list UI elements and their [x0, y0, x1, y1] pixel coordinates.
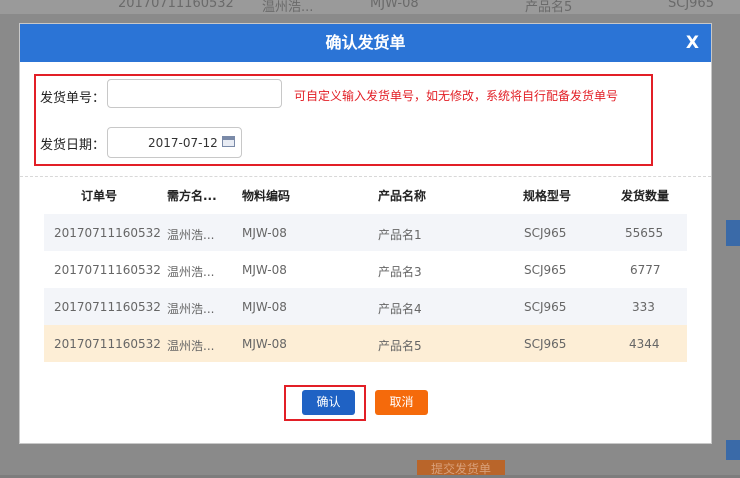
column-header-order-no: 订单号: [81, 189, 118, 203]
background-side-tab: [726, 440, 740, 460]
dialog-header: 确认发货单 X: [20, 24, 711, 62]
table-row[interactable]: 20170711160532 温州浩... MJW-08 产品名4 SCJ965…: [44, 288, 687, 325]
cell-quantity: 4344: [629, 337, 660, 351]
column-header-spec: 规格型号: [523, 189, 572, 203]
cell-spec: SCJ965: [524, 337, 567, 351]
cell-quantity: 55655: [625, 226, 664, 240]
column-header-product-name: 产品名称: [378, 189, 427, 203]
shipment-no-label: 发货单号：: [40, 91, 106, 106]
cell-customer: 温州浩...: [167, 302, 215, 316]
section-divider: [20, 176, 711, 177]
cell-order-no: 20170711160532: [54, 300, 161, 314]
cancel-button[interactable]: 取消: [375, 390, 428, 415]
cell-quantity: 333: [632, 300, 655, 314]
cell-material-code: MJW-08: [242, 300, 287, 314]
shipment-date-value: 2017-07-12: [148, 136, 218, 150]
shipment-no-input[interactable]: [107, 79, 282, 108]
close-button[interactable]: X: [686, 24, 699, 62]
cell-spec: SCJ965: [524, 226, 567, 240]
cell-order-no: 20170711160532: [54, 263, 161, 277]
cell-product-name: 产品名1: [378, 228, 422, 242]
cell-material-code: MJW-08: [242, 226, 287, 240]
cell-product-name: 产品名4: [378, 302, 422, 316]
dialog-title: 确认发货单: [325, 33, 406, 52]
cell-customer: 温州浩...: [167, 228, 215, 242]
bg-cell-order: 20170711160532: [118, 0, 234, 11]
background-submit-button: 提交发货单: [417, 460, 505, 476]
shipment-date-input[interactable]: 2017-07-12: [107, 127, 242, 158]
table-row[interactable]: 20170711160532 温州浩... MJW-08 产品名1 SCJ965…: [44, 214, 687, 251]
confirm-shipment-dialog: 确认发货单 X 发货单号： 可自定义输入发货单号，如无修改，系统将自行配备发货单…: [19, 23, 712, 444]
table-row-selected[interactable]: 20170711160532 温州浩... MJW-08 产品名5 SCJ965…: [44, 325, 687, 362]
cell-customer: 温州浩...: [167, 339, 215, 353]
cell-order-no: 20170711160532: [54, 226, 161, 240]
background-side-tab: [726, 220, 740, 246]
table-row[interactable]: 20170711160532 温州浩... MJW-08 产品名3 SCJ965…: [44, 251, 687, 288]
shipment-no-hint: 可自定义输入发货单号，如无修改，系统将自行配备发货单号: [294, 89, 619, 103]
shipment-date-label: 发货日期：: [40, 138, 106, 153]
bg-cell-material: MJW-08: [370, 0, 419, 11]
cell-material-code: MJW-08: [242, 337, 287, 351]
cell-customer: 温州浩...: [167, 265, 215, 279]
bg-cell-product: 产品名5: [525, 0, 573, 15]
confirm-button[interactable]: 确认: [302, 390, 355, 415]
cell-quantity: 6777: [630, 263, 661, 277]
column-header-material-code: 物料编码: [242, 189, 291, 203]
background-table-row: 20170711160532 温州浩... MJW-08 产品名5 SCJ965: [0, 0, 740, 15]
bg-cell-customer: 温州浩...: [262, 0, 314, 15]
cell-product-name: 产品名3: [378, 265, 422, 279]
column-header-customer: 需方名...: [167, 189, 217, 203]
cell-spec: SCJ965: [524, 300, 567, 314]
cell-product-name: 产品名5: [378, 339, 422, 353]
cell-order-no: 20170711160532: [54, 337, 161, 351]
cell-spec: SCJ965: [524, 263, 567, 277]
cell-material-code: MJW-08: [242, 263, 287, 277]
calendar-icon[interactable]: [222, 136, 235, 147]
bg-cell-spec: SCJ965: [668, 0, 714, 11]
column-header-quantity: 发货数量: [621, 189, 670, 203]
